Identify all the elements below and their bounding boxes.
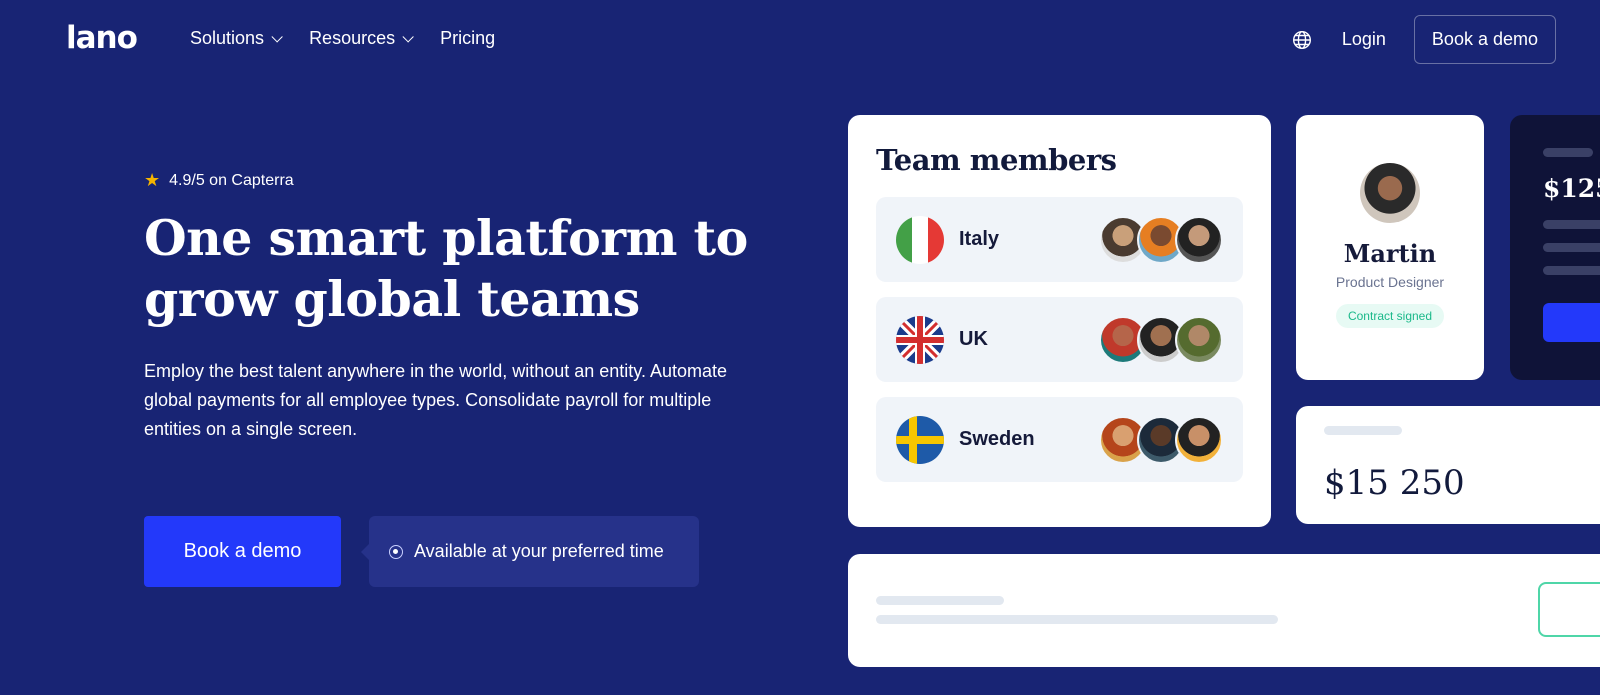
avatar xyxy=(1360,163,1420,223)
menu-resources[interactable]: Resources xyxy=(309,28,414,49)
menu-resources-label: Resources xyxy=(309,28,396,48)
availability-note: Available at your preferred time xyxy=(361,516,699,587)
profile-role: Product Designer xyxy=(1335,274,1445,290)
star-icon: ★ xyxy=(144,170,161,190)
country-row-sweden: Sweden xyxy=(876,397,1243,482)
rating-text: 4.9/5 on Capterra xyxy=(169,171,294,189)
bottom-card xyxy=(848,554,1600,667)
avatar xyxy=(1175,415,1223,464)
main-menu: Solutions Resources Pricing xyxy=(190,28,495,49)
team-members-card: Team members Italy UK Sweden xyxy=(848,115,1271,527)
placeholder-line xyxy=(1543,220,1600,229)
profile-name: Martin xyxy=(1343,239,1437,268)
hero-headline: One smart platform to grow global teams xyxy=(144,209,748,328)
italy-flag-icon xyxy=(896,215,944,264)
radio-dot-icon xyxy=(389,544,403,559)
country-name: Sweden xyxy=(959,428,1035,450)
profile-card: Martin Product Designer Contract signed xyxy=(1296,115,1484,380)
status-badge: Contract signed xyxy=(1335,304,1445,328)
payment-amount: $125 xyxy=(1543,174,1600,203)
placeholder-line xyxy=(1543,266,1600,275)
uk-flag-icon xyxy=(896,315,944,364)
menu-pricing-label: Pricing xyxy=(440,28,496,48)
nav-book-demo-button[interactable]: Book a demo xyxy=(1413,15,1556,64)
placeholder-line xyxy=(1324,426,1402,435)
amount-card: $15 250 xyxy=(1296,406,1600,524)
amount-value: $15 250 xyxy=(1324,463,1465,503)
chevron-down-icon xyxy=(402,30,414,43)
chevron-down-icon xyxy=(271,30,283,43)
payment-card: $125 xyxy=(1510,115,1600,380)
logo[interactable]: lano xyxy=(66,20,138,56)
placeholder-line xyxy=(876,615,1278,624)
menu-solutions[interactable]: Solutions xyxy=(190,28,283,49)
availability-text: Available at your preferred time xyxy=(414,541,664,561)
top-navigation: lano Solutions Resources Pricing Login B… xyxy=(0,0,1600,78)
country-name: UK xyxy=(959,328,988,350)
capterra-rating: ★ 4.9/5 on Capterra xyxy=(144,170,294,191)
avatar-group xyxy=(1099,215,1223,264)
nav-actions: Login Book a demo xyxy=(1292,15,1556,64)
menu-solutions-label: Solutions xyxy=(190,28,265,48)
hero-subtext: Employ the best talent anywhere in the w… xyxy=(144,361,727,439)
login-link[interactable]: Login xyxy=(1342,29,1386,50)
country-row-uk: UK xyxy=(876,297,1243,382)
book-demo-button[interactable]: Book a demo xyxy=(144,516,341,587)
payment-button[interactable] xyxy=(1543,303,1600,342)
country-row-italy: Italy xyxy=(876,197,1243,282)
avatar-group xyxy=(1099,315,1223,364)
menu-pricing[interactable]: Pricing xyxy=(440,28,495,49)
placeholder-line xyxy=(1543,243,1600,252)
outline-button[interactable] xyxy=(1538,582,1600,637)
globe-icon[interactable] xyxy=(1292,30,1312,50)
placeholder-line xyxy=(876,596,1004,605)
avatar xyxy=(1175,315,1223,364)
avatar-group xyxy=(1099,415,1223,464)
sweden-flag-icon xyxy=(896,415,944,464)
team-card-title: Team members xyxy=(876,143,1117,177)
placeholder-line xyxy=(1543,148,1593,157)
country-name: Italy xyxy=(959,228,1000,250)
avatar xyxy=(1175,215,1223,264)
